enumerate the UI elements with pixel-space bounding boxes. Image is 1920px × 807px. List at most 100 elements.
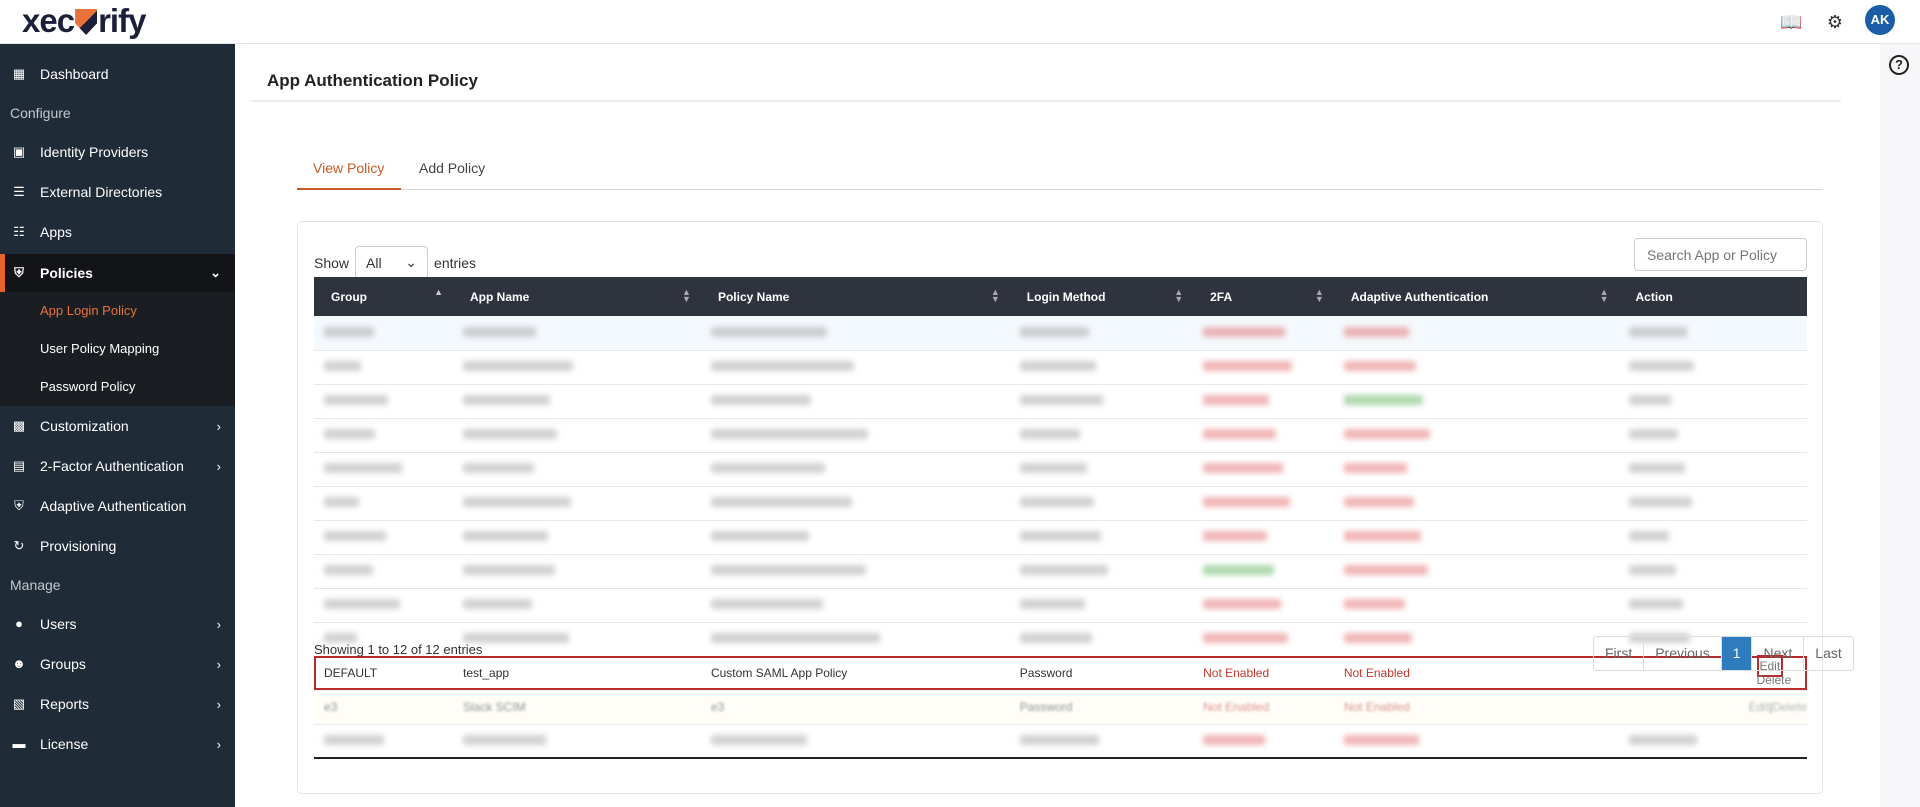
sidebar-item-reports[interactable]: ▧ Reports › xyxy=(0,686,235,722)
cell-login-method: Password xyxy=(1009,656,1194,691)
column-header-adaptive-authentication[interactable]: Adaptive Authentication ▲ ▼ xyxy=(1333,277,1619,316)
redacted-cell xyxy=(314,724,453,759)
redacted-cell xyxy=(314,418,453,453)
redacted-cell xyxy=(700,452,1010,487)
sidebar-item-dashboard[interactable]: ▦ Dashboard xyxy=(0,56,235,92)
search-input[interactable] xyxy=(1634,238,1807,271)
redacted-cell xyxy=(700,350,1010,385)
label: Dashboard xyxy=(40,66,109,82)
sidebar-subitem-user-policy-mapping[interactable]: User Policy Mapping xyxy=(0,330,235,368)
sort-icon: ▲ ▼ xyxy=(1174,287,1184,304)
sidebar-item-apps[interactable]: ☷ Apps xyxy=(0,214,235,250)
label: Adaptive Authentication xyxy=(40,498,187,514)
redacted-text xyxy=(1628,429,1678,439)
redacted-cell xyxy=(700,724,1010,759)
label: Apps xyxy=(40,224,72,240)
column-header-policy-name[interactable]: Policy Name ▲ ▼ xyxy=(700,277,1010,316)
redacted-text xyxy=(710,463,825,473)
chevron-down-icon: ⌄ xyxy=(210,265,221,280)
page-current[interactable]: 1 xyxy=(1721,637,1753,670)
redacted-cell xyxy=(1618,520,1807,555)
page-first[interactable]: First xyxy=(1594,637,1645,670)
label: 2FA xyxy=(1210,289,1233,304)
sidebar-item-adaptive-authentication[interactable]: ⛨ Adaptive Authentication xyxy=(0,488,235,524)
sidebar-item-policies[interactable]: ⛨ Policies ⌄ xyxy=(0,254,235,292)
redacted-cell xyxy=(314,520,453,555)
redacted-cell xyxy=(1193,724,1334,759)
redacted-cell xyxy=(1009,554,1194,589)
table-row-redacted xyxy=(314,316,1807,351)
pagination: First Previous 1 Next Last xyxy=(1593,636,1854,671)
redacted-cell xyxy=(1009,384,1194,419)
redacted-cell xyxy=(1009,316,1194,351)
logo-text: xec xyxy=(22,2,75,39)
tab-view-policy[interactable]: View Policy xyxy=(313,160,384,176)
redacted-text xyxy=(1019,497,1094,507)
redacted-cell xyxy=(1193,520,1334,555)
redacted-text xyxy=(324,599,400,609)
page-previous[interactable]: Previous xyxy=(1644,637,1722,670)
redacted-text xyxy=(1019,599,1085,609)
sidebar-item-provisioning[interactable]: ↻ Provisioning xyxy=(0,528,235,564)
redacted-cell xyxy=(453,622,701,657)
page-next[interactable]: Next xyxy=(1752,637,1805,670)
label: Adaptive Authentication xyxy=(1350,289,1489,304)
delete-link[interactable]: Delete xyxy=(1757,673,1792,687)
page-size-select[interactable]: All ⌄ xyxy=(355,246,429,279)
redacted-text xyxy=(710,326,827,337)
sidebar-item-identity-providers[interactable]: ▣ Identity Providers xyxy=(0,134,235,170)
label: App Name xyxy=(470,289,530,304)
redacted-cell xyxy=(1009,418,1194,453)
redacted-text xyxy=(1343,565,1428,575)
sidebar-item-users[interactable]: ● Users › xyxy=(0,606,235,642)
sidebar-item-customization[interactable]: ▩ Customization › xyxy=(0,408,235,444)
cell-group: e3 xyxy=(314,690,453,725)
redacted-cell xyxy=(1333,316,1619,351)
help-icon[interactable]: ? xyxy=(1889,55,1909,75)
redacted-cell xyxy=(453,554,701,589)
redacted-text xyxy=(463,565,555,575)
sidebar-item-license[interactable]: ▬ License › xyxy=(0,726,235,762)
chevron-down-icon: ⌄ xyxy=(405,254,418,270)
redacted-text xyxy=(324,531,386,541)
entries-label: entries xyxy=(434,254,477,271)
redacted-text xyxy=(710,531,809,541)
edit-link[interactable]: Edit xyxy=(1749,700,1770,714)
cell-login-method: Password xyxy=(1009,690,1194,725)
redacted-cell xyxy=(1618,724,1807,759)
tab-add-policy[interactable]: Add Policy xyxy=(419,160,485,176)
sidebar-item-external-directories[interactable]: ☰ External Directories xyxy=(0,174,235,210)
page-last[interactable]: Last xyxy=(1804,637,1852,670)
sidebar-subitem-app-login-policy[interactable]: App Login Policy xyxy=(0,292,235,330)
avatar[interactable]: AK xyxy=(1865,5,1895,35)
table-row-redacted xyxy=(314,588,1807,623)
delete-link[interactable]: Delete xyxy=(1772,700,1807,714)
redacted-text xyxy=(1203,395,1270,405)
logo[interactable]: xec rify xyxy=(22,2,146,40)
sidebar-item-groups[interactable]: ☻ Groups › xyxy=(0,646,235,682)
shield-search-icon: ⛨ xyxy=(14,265,24,280)
column-header-app-name[interactable]: App Name ▲ ▼ xyxy=(453,277,701,316)
column-header-group[interactable]: Group ▲ xyxy=(314,277,453,316)
redacted-text xyxy=(1343,531,1421,541)
show-label: Show xyxy=(314,254,350,271)
redacted-text xyxy=(710,395,811,405)
logo-text: rify xyxy=(98,2,146,39)
redacted-cell xyxy=(1009,350,1194,385)
redacted-cell xyxy=(1333,384,1619,419)
card-icon: ▬ xyxy=(12,736,26,751)
redacted-text xyxy=(324,361,361,371)
book-icon[interactable]: 📖 xyxy=(1780,12,1802,32)
column-header-2fa[interactable]: 2FA ▲ ▼ xyxy=(1193,277,1334,316)
id-badge-icon: ▣ xyxy=(12,144,26,159)
redacted-cell xyxy=(314,486,453,521)
column-header-login-method[interactable]: Login Method ▲ ▼ xyxy=(1009,277,1194,316)
sidebar-item-2fa[interactable]: ▤ 2-Factor Authentication › xyxy=(0,448,235,484)
redacted-cell xyxy=(1333,554,1619,589)
redacted-text xyxy=(1203,633,1289,643)
sidebar-subitem-password-policy[interactable]: Password Policy xyxy=(0,368,235,406)
gear-icon[interactable]: ⚙ xyxy=(1825,12,1845,32)
table-row: e3 Slack SCIM e3 Password Not Enabled Not Ena… xyxy=(314,690,1807,725)
redacted-text xyxy=(1628,463,1685,473)
sort-asc-icon: ▲ xyxy=(434,287,443,297)
